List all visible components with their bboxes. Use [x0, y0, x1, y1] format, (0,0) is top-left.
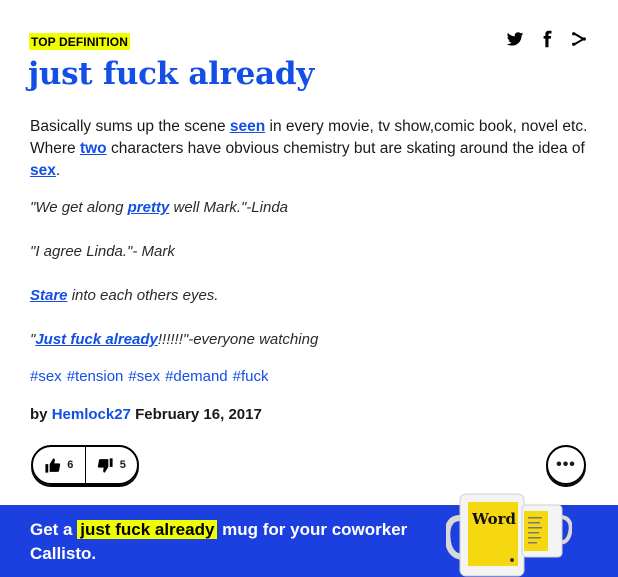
author-prefix: by	[30, 406, 52, 423]
vote-group: 6 5	[31, 445, 139, 485]
tag-list: #sex #tension #sex #demand #fuck	[30, 368, 269, 385]
example-text: !!!!!!"-everyone watching	[157, 331, 319, 348]
thumbs-down-icon	[97, 457, 113, 473]
facebook-icon[interactable]	[538, 30, 556, 48]
downvote-button[interactable]: 5	[84, 447, 138, 483]
example-text: "We get along	[30, 199, 128, 216]
word-title[interactable]: just fuck already	[28, 56, 314, 92]
author-link[interactable]: Hemlock27	[52, 406, 131, 423]
link-two[interactable]: two	[80, 140, 107, 157]
mug-image: Word	[446, 493, 525, 577]
upvote-button[interactable]: 6	[33, 447, 85, 483]
upvote-count: 6	[67, 459, 74, 471]
thumbs-up-icon	[45, 457, 61, 473]
tag-link[interactable]: #fuck	[233, 368, 269, 385]
example-line-2: "I agree Linda."- Mark	[30, 243, 175, 260]
mug-word-label: Word	[471, 510, 517, 528]
example-text: into each others eyes.	[67, 287, 219, 304]
tag-link[interactable]: #tension	[67, 368, 124, 385]
twitter-icon[interactable]	[506, 30, 524, 48]
example-line-1: "We get along pretty well Mark."-Linda	[30, 198, 590, 218]
definition-meaning: Basically sums up the scene seen in ever…	[30, 116, 590, 182]
mug-back-image	[521, 504, 572, 558]
example-line-3: Stare into each others eyes.	[30, 286, 590, 306]
link-sex[interactable]: sex	[30, 162, 56, 179]
share-icon[interactable]	[570, 30, 588, 48]
promo-prefix: Get a	[30, 520, 78, 539]
link-pretty[interactable]: pretty	[128, 199, 170, 216]
definition-card: TOP DEFINITION just fuck already Basical…	[0, 0, 618, 577]
link-stare[interactable]: Stare	[30, 287, 68, 304]
downvote-count: 5	[119, 459, 126, 471]
post-date: February 16, 2017	[130, 406, 262, 423]
meaning-text: Basically sums up the scene	[30, 118, 230, 135]
example-text: well Mark."-Linda	[169, 199, 289, 216]
promo-text: Get a just fuck already mug for your cow…	[30, 518, 430, 566]
meaning-text: .	[55, 162, 61, 179]
share-bar	[506, 30, 588, 48]
meaning-text: characters have obvious chemistry but ar…	[106, 140, 585, 157]
top-definition-badge: TOP DEFINITION	[29, 33, 130, 50]
link-seen[interactable]: seen	[230, 118, 265, 135]
tag-link[interactable]: #demand	[165, 368, 228, 385]
promo-highlight: just fuck already	[77, 520, 218, 539]
link-just-fuck-already[interactable]: Just fuck already	[35, 331, 158, 348]
more-options-button[interactable]: •••	[546, 445, 586, 485]
tag-link[interactable]: #sex	[128, 368, 160, 385]
example-line-4: "Just fuck already!!!!!!"-everyone watch…	[30, 330, 590, 350]
more-dots-icon: •••	[556, 456, 576, 473]
tag-link[interactable]: #sex	[30, 368, 62, 385]
author-line: by Hemlock27 February 16, 2017	[30, 406, 262, 423]
